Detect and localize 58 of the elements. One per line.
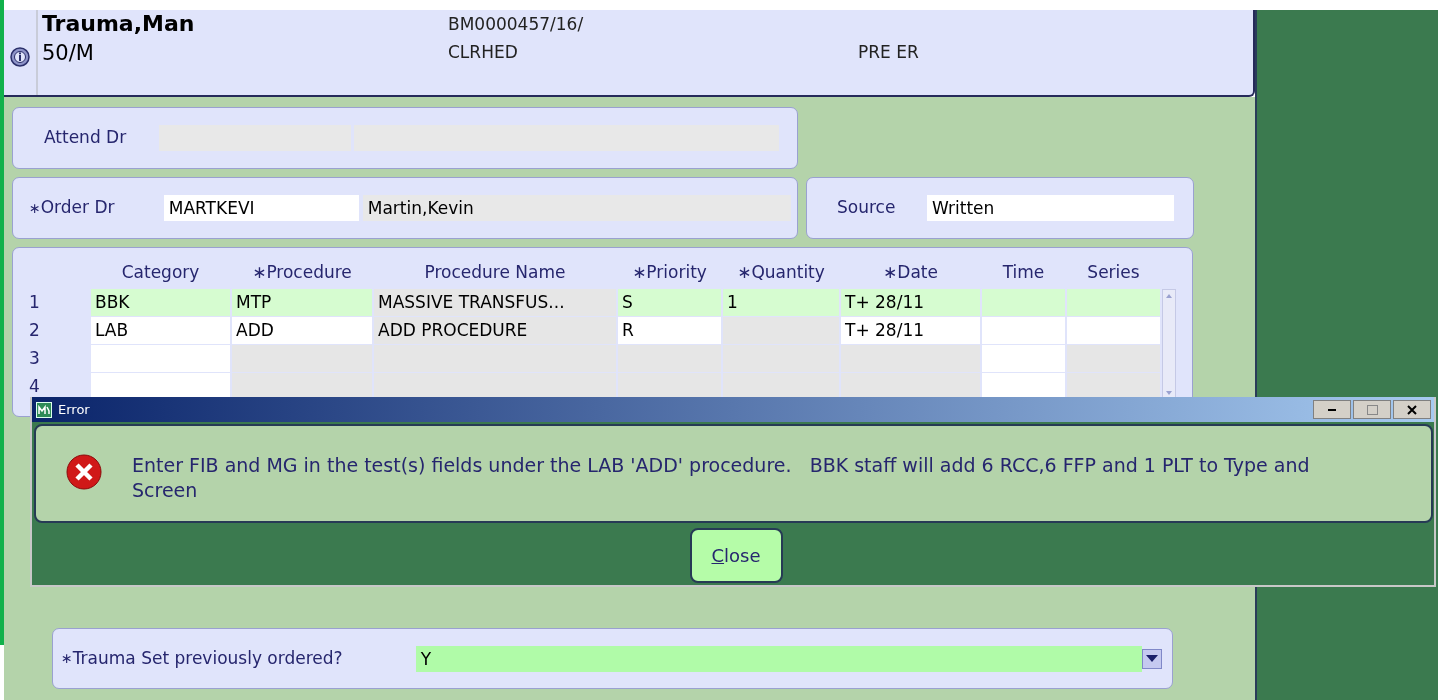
table-cell[interactable]: BBK: [91, 289, 230, 316]
row-number: 3: [28, 347, 41, 370]
table-cell[interactable]: MTP: [232, 289, 372, 316]
column-header: ∗Date: [882, 261, 939, 284]
trauma-set-dropdown[interactable]: Y: [415, 645, 1142, 672]
error-message: Enter FIB and MG in the test(s) fields under the LAB 'ADD' procedure. BBK staff will add 6 RCC,6 FFP and 1 PLT to Type and Screen: [132, 453, 1311, 503]
row-number: 4: [28, 375, 41, 398]
scroll-bar[interactable]: [1162, 289, 1176, 400]
required-mark: ∗: [29, 198, 41, 218]
order-name-field: Martin,Kevin: [362, 195, 791, 221]
table-cell: ADD PROCEDURE: [374, 317, 616, 344]
patient-age-sex: 50/M: [42, 40, 94, 67]
source-field[interactable]: Written: [927, 195, 1174, 221]
maximize-icon: [1366, 404, 1378, 415]
table-cell[interactable]: 1: [723, 289, 839, 316]
field-label: Source: [837, 196, 897, 220]
table-cell[interactable]: T+ 28/11: [841, 317, 980, 344]
caret-icon: [1146, 655, 1158, 662]
row-number: 1: [28, 291, 41, 314]
close-icon: [1407, 404, 1417, 415]
table-cell[interactable]: LAB: [91, 317, 230, 344]
table-cell[interactable]: [1067, 317, 1160, 344]
field-label: Order Dr: [40, 196, 116, 220]
dialog-title: Error: [58, 400, 90, 419]
close-button[interactable]: [1393, 400, 1431, 419]
patient-name: Trauma,Man: [42, 10, 195, 38]
table-cell: MASSIVE TRANSFUS...: [374, 289, 616, 316]
column-header: ∗Priority: [631, 261, 708, 284]
table-cell[interactable]: ADD: [232, 317, 372, 344]
table-cell[interactable]: [1067, 289, 1160, 316]
info-icon[interactable]: [10, 46, 30, 67]
patient-status: PRE ER: [858, 41, 919, 64]
order-code-field[interactable]: MARTKEVI: [163, 195, 359, 221]
column-header: Time: [1001, 261, 1046, 284]
table-cell[interactable]: R: [618, 317, 721, 344]
column-header: Series: [1086, 261, 1141, 284]
app-icon: [36, 401, 52, 418]
account-number: BM0000457/16/: [448, 13, 584, 36]
field-label: Attend Dr: [44, 126, 128, 150]
table-cell[interactable]: [982, 345, 1065, 372]
minimize-button[interactable]: [1313, 400, 1351, 419]
dropdown-button[interactable]: [1142, 648, 1162, 669]
error-icon: [66, 454, 102, 490]
column-header: ∗Quantity: [736, 261, 826, 284]
table-cell[interactable]: [91, 345, 230, 372]
minimize-icon: [1328, 408, 1336, 411]
column-header: Procedure Name: [423, 261, 567, 284]
table-cell[interactable]: T+ 28/11: [841, 289, 980, 316]
required-mark: ∗: [61, 649, 73, 668]
close-button[interactable]: Close: [689, 528, 783, 583]
row-number: 2: [28, 319, 41, 342]
patient-location: CLRHED: [448, 41, 518, 64]
column-header: ∗Procedure: [251, 261, 353, 284]
field-label: Trauma Set previously ordered?: [72, 646, 344, 670]
table-cell[interactable]: [982, 317, 1065, 344]
table-cell[interactable]: [982, 289, 1065, 316]
column-header: Category: [120, 261, 201, 284]
table-cell[interactable]: S: [618, 289, 721, 316]
